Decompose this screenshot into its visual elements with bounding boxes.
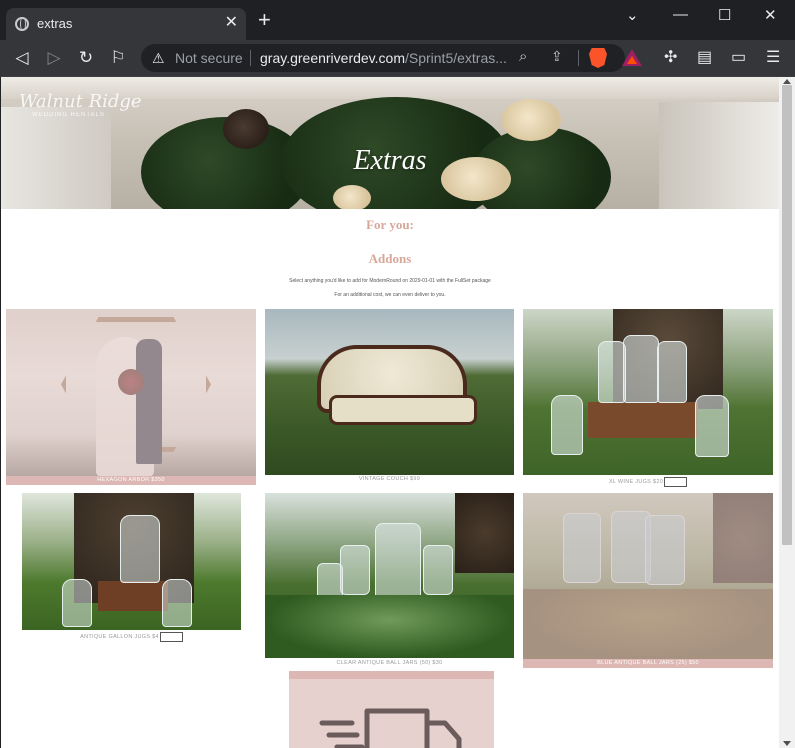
site-logo[interactable]: Walnut Ridge — [19, 91, 142, 112]
antique-gallon-jugs-photo — [22, 493, 241, 630]
new-tab-icon[interactable]: + — [258, 9, 271, 31]
close-window-icon[interactable]: ✕ — [764, 6, 777, 24]
wallet-icon[interactable]: ▭ — [731, 47, 746, 67]
url-host: gray.greenriverdev.com — [260, 50, 405, 66]
addon-card-vintage-couch[interactable]: VINTAGE COUCH $99 — [265, 309, 514, 485]
url-text[interactable]: gray.greenriverdev.com/Sprint5/extras... — [260, 50, 507, 66]
delivery-card[interactable] — [289, 671, 494, 748]
brave-shields-icon[interactable] — [589, 48, 607, 68]
addon-label: BLUE ANTIQUE BALL JARS (25) $50 — [523, 659, 773, 668]
page-scrollbar[interactable] — [779, 77, 795, 748]
page-title: Extras — [353, 145, 427, 176]
addon-card-blue-ball-jars[interactable]: BLUE ANTIQUE BALL JARS (25) $50 — [523, 493, 773, 668]
zoom-icon[interactable]: ⌕ — [519, 48, 527, 65]
xl-wine-jugs-photo — [523, 309, 773, 475]
minimize-icon[interactable]: — — [673, 6, 688, 23]
addon-card-xl-wine-jugs[interactable]: XL WINE JUGS $20 — [523, 309, 773, 490]
site-logo-subtext: WEDDING RENTALS — [32, 112, 105, 118]
addon-label-row: XL WINE JUGS $20 — [523, 476, 773, 488]
vintage-couch-photo — [265, 309, 514, 475]
selected-overlay — [523, 493, 773, 659]
hero-flower — [333, 185, 371, 209]
tree-trunk — [455, 493, 514, 573]
glass-jug — [598, 341, 626, 403]
scroll-down-icon[interactable] — [783, 741, 791, 746]
addon-label: HEXAGON ARBOR $350 — [6, 476, 256, 485]
addon-card-clear-ball-jars[interactable]: CLEAR ANTIQUE BALL JARS (50) $30 — [265, 493, 514, 668]
tab-title: extras — [37, 16, 73, 31]
for-you-heading: For you: — [366, 217, 414, 232]
security-label[interactable]: Not secure — [175, 50, 243, 66]
url-path: /Sprint5/extras... — [404, 50, 507, 66]
addon-label: ANTIQUE GALLON JUGS $4 — [80, 634, 159, 640]
delivery-card-band — [289, 671, 494, 679]
addon-label: VINTAGE COUCH $99 — [358, 476, 421, 482]
glass-jug — [551, 395, 583, 455]
maximize-icon[interactable]: ☐ — [718, 6, 731, 24]
glass-jug — [657, 341, 687, 403]
share-icon[interactable]: ⇪ — [551, 48, 563, 65]
scroll-up-icon[interactable] — [783, 79, 791, 84]
tab-search-icon[interactable]: ⌄ — [626, 6, 639, 24]
back-icon[interactable]: ◁ — [11, 47, 33, 69]
delivery-note: For an additional cost, we can even deli… — [334, 292, 446, 298]
addon-label: CLEAR ANTIQUE BALL JARS (50) $30 — [336, 660, 443, 666]
mason-jar — [423, 545, 453, 595]
extensions-icon[interactable]: ✣ — [664, 47, 677, 67]
mason-jar — [340, 545, 370, 595]
omnibox-divider — [250, 50, 251, 66]
omnibox-divider-2 — [578, 50, 579, 66]
globe-icon — [15, 17, 29, 31]
menu-icon[interactable]: ☰ — [766, 47, 780, 67]
addons-instructions: Select anything you'd like to add for Mo… — [289, 278, 491, 284]
page-viewport: Walnut Ridge WEDDING RENTALS Extras For … — [1, 77, 779, 748]
glass-jug — [162, 579, 192, 627]
sidebar-icon[interactable]: ▤ — [697, 47, 712, 67]
wooden-crate — [588, 402, 698, 438]
close-tab-icon[interactable]: ✕ — [225, 14, 238, 32]
mason-jar — [375, 523, 421, 603]
wooden-crate — [98, 581, 168, 611]
addons-heading: Addons — [368, 251, 412, 266]
glass-jug — [695, 395, 729, 457]
forward-icon[interactable]: ▷ — [43, 47, 65, 69]
clear-ball-jars-photo — [265, 493, 514, 658]
scrollbar-thumb[interactable] — [782, 85, 792, 545]
reload-icon[interactable]: ↻ — [75, 47, 97, 69]
brave-rewards-icon[interactable] — [622, 49, 642, 66]
hero-dark-flower — [223, 109, 269, 149]
quantity-input[interactable] — [159, 631, 183, 642]
delivery-truck-icon — [319, 708, 462, 748]
glass-jug — [623, 335, 659, 403]
addon-label-row: ANTIQUE GALLON JUGS $4 — [22, 631, 241, 643]
addon-card-hexagon-arbor[interactable]: HEXAGON ARBOR $350 — [6, 309, 256, 485]
selected-overlay — [6, 309, 256, 476]
glass-jug — [62, 579, 92, 627]
addon-label: XL WINE JUGS $20 — [608, 479, 664, 485]
hero-banner: Walnut Ridge WEDDING RENTALS Extras — [1, 77, 779, 209]
tab-extras[interactable]: extras ✕ — [6, 8, 246, 40]
bookmark-icon[interactable]: ⚐ — [107, 47, 129, 69]
greenery — [265, 595, 514, 658]
couch-seat — [329, 395, 477, 425]
address-bar[interactable]: ⚠ Not secure gray.greenriverdev.com/Spri… — [141, 44, 625, 72]
tab-strip: extras ✕ + ⌄ — ☐ ✕ — [0, 0, 795, 40]
glass-jug — [120, 515, 160, 583]
quantity-input[interactable] — [664, 476, 688, 487]
hero-flower — [501, 99, 561, 141]
addon-card-antique-gallon-jugs[interactable]: ANTIQUE GALLON JUGS $4 — [22, 493, 241, 643]
warning-icon[interactable]: ⚠ — [152, 50, 165, 67]
